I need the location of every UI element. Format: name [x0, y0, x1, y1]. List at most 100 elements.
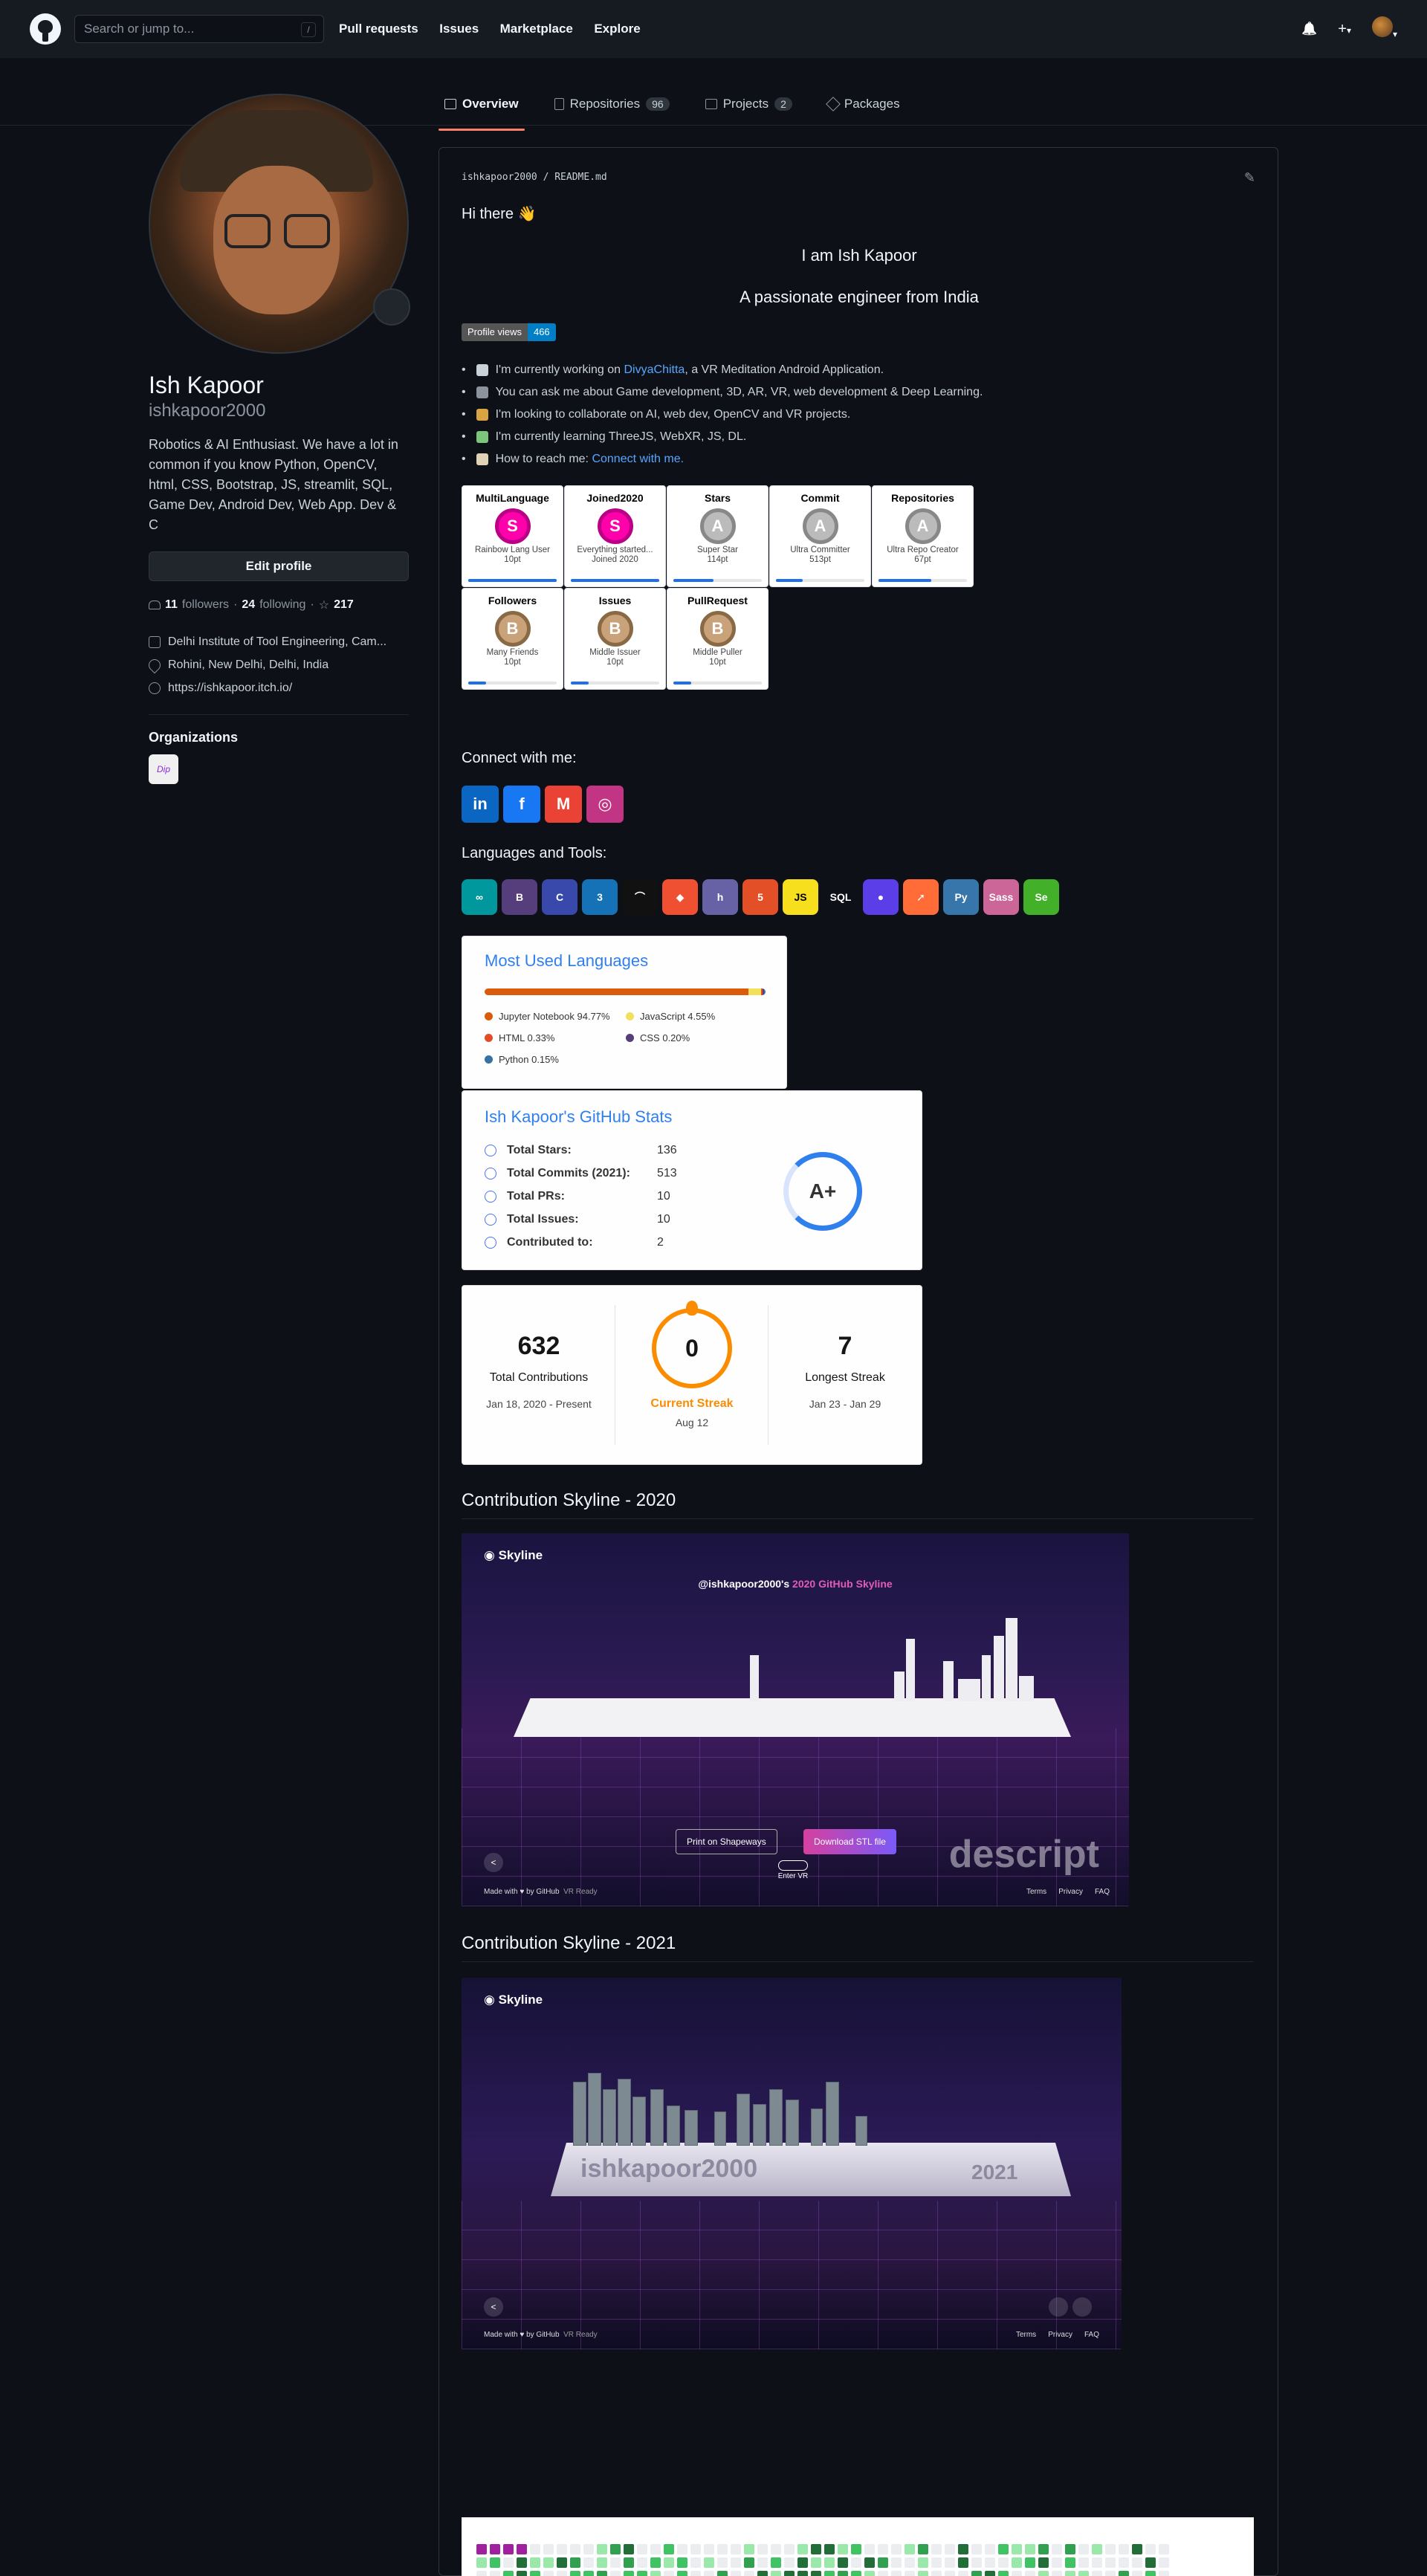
download-button-label: Download STL file: [814, 1836, 886, 1847]
nav-pull-requests[interactable]: Pull requests: [339, 22, 418, 36]
contribution-cell: [1145, 2571, 1156, 2576]
trophy-points: 10pt: [504, 555, 521, 564]
tab-packages[interactable]: Packages: [822, 83, 906, 125]
contribution-cell: [1119, 2544, 1129, 2554]
followers-count[interactable]: 11: [165, 598, 178, 612]
edit-pencil-icon[interactable]: ✎: [1244, 170, 1255, 186]
user-menu[interactable]: ▾: [1371, 16, 1397, 42]
search-input[interactable]: Search or jump to... /: [74, 15, 324, 43]
following-label[interactable]: following: [259, 598, 305, 612]
list-item-text-part: I'm currently working on: [495, 363, 624, 376]
list-item-text: I'm currently learning ThreeJS, WebXR, J…: [496, 430, 747, 444]
create-new-menu[interactable]: +▾: [1338, 21, 1351, 38]
skyline-2020-image[interactable]: ◉ Skyline @ishkapoor2000's 2020 GitHub S…: [462, 1533, 1129, 1906]
contribution-cell: [931, 2557, 942, 2568]
status-emoji-icon[interactable]: [373, 288, 410, 326]
language-name: CSS 0.20%: [640, 1032, 690, 1043]
contribution-cell: [757, 2544, 768, 2554]
contribution-cell: [811, 2571, 821, 2576]
readme-path-file[interactable]: README.md: [554, 172, 606, 183]
contribution-cell: [704, 2544, 714, 2554]
contribution-cells: [476, 2544, 1169, 2576]
gmail-icon[interactable]: M: [545, 786, 582, 823]
made-with-text: Made with ♥ by GitHub: [484, 1888, 560, 1896]
skyline-building: [650, 2089, 664, 2146]
skyline-building: [826, 2082, 839, 2146]
terms-link[interactable]: Terms: [1026, 1888, 1046, 1896]
trophy-points: 67pt: [914, 555, 931, 564]
faq-link[interactable]: FAQ: [1084, 2331, 1099, 2339]
share-icon[interactable]: <: [484, 1853, 503, 1872]
sound-icon[interactable]: [1072, 2297, 1092, 2317]
instagram-icon[interactable]: ◎: [586, 786, 624, 823]
contribution-cell: [1078, 2557, 1089, 2568]
tab-overview[interactable]: Overview: [439, 83, 525, 131]
contribution-cell: [824, 2544, 835, 2554]
following-count[interactable]: 24: [242, 598, 255, 612]
followers-label[interactable]: followers: [182, 598, 229, 612]
list-item-text: I'm currently working on DivyaChitta, a …: [496, 363, 884, 377]
notifications-bell-icon[interactable]: 🔔: [1301, 22, 1317, 36]
download-stl-button[interactable]: Download STL file: [803, 1829, 896, 1854]
list-item-link[interactable]: DivyaChitta: [624, 363, 685, 376]
stat-row: Contributed to: 2: [485, 1231, 677, 1254]
opencv-icon: ●: [863, 879, 899, 915]
organization-avatar[interactable]: Dip: [149, 754, 178, 784]
share-icon[interactable]: <: [484, 2297, 503, 2317]
language-legend-item: JavaScript 4.55%: [626, 1011, 767, 1022]
language-legend-item: HTML 0.33%: [485, 1032, 626, 1043]
privacy-link[interactable]: Privacy: [1058, 1888, 1083, 1896]
website-link[interactable]: https://ishkapoor.itch.io/: [168, 682, 292, 695]
linkedin-icon[interactable]: in: [462, 786, 499, 823]
contribution-cell: [918, 2544, 928, 2554]
contribution-cell: [985, 2544, 995, 2554]
stars-count[interactable]: 217: [334, 598, 354, 612]
contribution-cell: [637, 2557, 647, 2568]
print-on-shapeways-button[interactable]: Print on Shapeways: [676, 1829, 777, 1854]
contribution-cell: [503, 2557, 514, 2568]
nav-marketplace[interactable]: Marketplace: [500, 22, 573, 36]
facebook-icon[interactable]: f: [503, 786, 540, 823]
contribution-cell: [771, 2571, 781, 2576]
skyline-building: [750, 1655, 759, 1701]
longest-streak-value: 7: [838, 1332, 852, 1360]
contribution-cell: [557, 2571, 567, 2576]
terms-link[interactable]: Terms: [1016, 2331, 1036, 2339]
skyline-building: [737, 2094, 750, 2146]
star-icon: ☆: [318, 599, 330, 612]
contribution-cell: [1078, 2571, 1089, 2576]
streak-stats-card: 632 Total Contributions Jan 18, 2020 - P…: [462, 1285, 922, 1465]
trophy-card: MultiLanguage S Rainbow Lang User 10pt: [462, 485, 563, 587]
contribution-cell: [1105, 2544, 1116, 2554]
selenium-icon: Se: [1023, 879, 1059, 915]
faq-link[interactable]: FAQ: [1095, 1888, 1110, 1896]
privacy-link[interactable]: Privacy: [1048, 2331, 1072, 2339]
list-item-text: You can ask me about Game development, 3…: [496, 386, 983, 399]
tools-heading: Languages and Tools:: [462, 845, 607, 861]
camera-icon[interactable]: [1049, 2297, 1068, 2317]
stat-row: Total Stars: 136: [485, 1139, 677, 1162]
nav-explore[interactable]: Explore: [594, 22, 640, 36]
enter-vr-button[interactable]: Enter VR: [774, 1860, 812, 1880]
profile-avatar[interactable]: [149, 94, 409, 354]
trophy-title: Issues: [598, 595, 632, 606]
emoji-icon: [476, 453, 488, 465]
divider: [149, 714, 409, 715]
skyline-building: [994, 1636, 1004, 1701]
website-detail[interactable]: https://ishkapoor.itch.io/: [149, 676, 409, 699]
readme-path-user[interactable]: ishkapoor2000: [462, 172, 537, 183]
edit-profile-button[interactable]: Edit profile: [149, 551, 409, 581]
nav-issues[interactable]: Issues: [439, 22, 479, 36]
chevron-down-icon: ▾: [1392, 29, 1397, 39]
skyline-2021-image[interactable]: ◉ Skyline ishkapoor2000 2021 < Made with…: [462, 1978, 1122, 2349]
contribution-cell: [731, 2544, 741, 2554]
tab-repositories[interactable]: Repositories 96: [549, 83, 676, 125]
skyline-footer-links: Terms Privacy FAQ: [1016, 2331, 1099, 2339]
skyline-footer-left: Made with ♥ by GitHub VR Ready: [484, 2331, 598, 2339]
github-logo-icon[interactable]: [30, 13, 61, 45]
contribution-cell: [597, 2557, 607, 2568]
tab-projects[interactable]: Projects 2: [699, 83, 798, 125]
list-item-link[interactable]: Connect with me.: [592, 453, 684, 465]
sass-icon: Sass: [983, 879, 1019, 915]
contribution-cell: [530, 2544, 540, 2554]
